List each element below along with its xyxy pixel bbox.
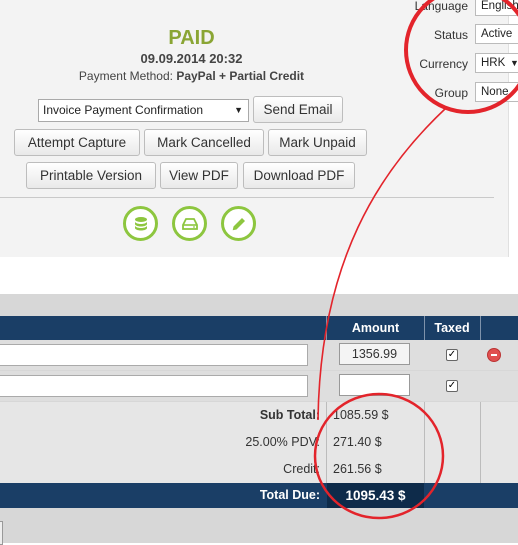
- annotation-overlay: [313, 0, 518, 520]
- annotation-circle-totals: [313, 392, 445, 520]
- annotation-circle-settings: [404, 0, 518, 114]
- annotation-connector: [317, 107, 447, 421]
